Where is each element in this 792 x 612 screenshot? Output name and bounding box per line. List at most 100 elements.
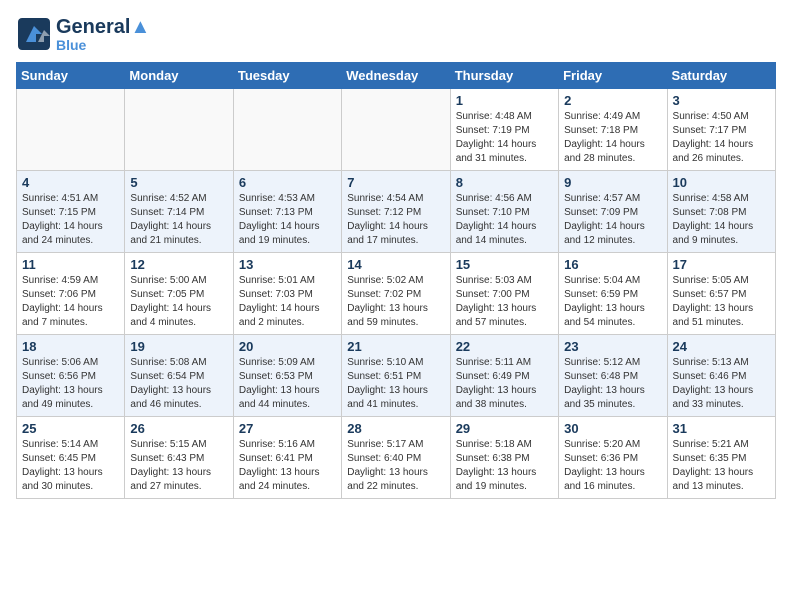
calendar-cell: 4Sunrise: 4:51 AMSunset: 7:15 PMDaylight… bbox=[17, 171, 125, 253]
calendar-week-row: 1 Sunrise: 4:48 AMSunset: 7:19 PMDaylight… bbox=[17, 89, 776, 171]
day-number: 29 bbox=[456, 421, 553, 436]
day-number: 26 bbox=[130, 421, 227, 436]
calendar-cell: 15 Sunrise: 5:03 AMSunset: 7:00 PMDayligh… bbox=[450, 253, 558, 335]
day-header-sunday: Sunday bbox=[17, 63, 125, 89]
day-info: Sunrise: 4:48 AMSunset: 7:19 PMDaylight:… bbox=[456, 110, 553, 166]
calendar-header-row: SundayMondayTuesdayWednesdayThursdayFrid… bbox=[17, 63, 776, 89]
day-number: 6 bbox=[239, 175, 336, 190]
day-info: Sunrise: 5:03 AMSunset: 7:00 PMDaylight:… bbox=[456, 274, 553, 330]
day-info: Sunrise: 4:54 AMSunset: 7:12 PMDaylight:… bbox=[347, 192, 444, 248]
calendar-cell: 12 Sunrise: 5:00 AMSunset: 7:05 PMDayligh… bbox=[125, 253, 233, 335]
day-number: 18 bbox=[22, 339, 119, 354]
day-number: 24 bbox=[673, 339, 770, 354]
day-info: Sunrise: 5:05 AMSunset: 6:57 PMDaylight:… bbox=[673, 274, 770, 330]
day-header-saturday: Saturday bbox=[667, 63, 775, 89]
day-info: Sunrise: 5:14 AMSunset: 6:45 PMDaylight:… bbox=[22, 438, 119, 494]
calendar-cell: 10 Sunrise: 4:58 AMSunset: 7:08 PMDayligh… bbox=[667, 171, 775, 253]
day-number: 28 bbox=[347, 421, 444, 436]
day-number: 1 bbox=[456, 93, 553, 108]
day-number: 30 bbox=[564, 421, 661, 436]
logo: General▲ Blue bbox=[16, 16, 150, 52]
day-number: 22 bbox=[456, 339, 553, 354]
calendar-cell: 8 Sunrise: 4:56 AMSunset: 7:10 PMDaylight… bbox=[450, 171, 558, 253]
day-info: Sunrise: 4:59 AMSunset: 7:06 PMDaylight:… bbox=[22, 274, 119, 330]
day-number: 16 bbox=[564, 257, 661, 272]
day-number: 23 bbox=[564, 339, 661, 354]
day-header-monday: Monday bbox=[125, 63, 233, 89]
day-info: Sunrise: 4:58 AMSunset: 7:08 PMDaylight:… bbox=[673, 192, 770, 248]
calendar-cell: 14 Sunrise: 5:02 AMSunset: 7:02 PMDayligh… bbox=[342, 253, 450, 335]
day-info: Sunrise: 5:08 AMSunset: 6:54 PMDaylight:… bbox=[130, 356, 227, 412]
calendar-cell: 22 Sunrise: 5:11 AMSunset: 6:49 PMDayligh… bbox=[450, 335, 558, 417]
calendar-cell: 9Sunrise: 4:57 AMSunset: 7:09 PMDaylight… bbox=[559, 171, 667, 253]
day-number: 14 bbox=[347, 257, 444, 272]
calendar-cell: 19 Sunrise: 5:08 AMSunset: 6:54 PMDayligh… bbox=[125, 335, 233, 417]
day-info: Sunrise: 5:15 AMSunset: 6:43 PMDaylight:… bbox=[130, 438, 227, 494]
day-number: 21 bbox=[347, 339, 444, 354]
day-number: 25 bbox=[22, 421, 119, 436]
calendar-cell bbox=[17, 89, 125, 171]
page-header: General▲ Blue bbox=[16, 16, 776, 52]
day-info: Sunrise: 5:20 AMSunset: 6:36 PMDaylight:… bbox=[564, 438, 661, 494]
day-header-friday: Friday bbox=[559, 63, 667, 89]
day-info: Sunrise: 5:06 AMSunset: 6:56 PMDaylight:… bbox=[22, 356, 119, 412]
day-number: 7 bbox=[347, 175, 444, 190]
calendar-cell: 24 Sunrise: 5:13 AMSunset: 6:46 PMDayligh… bbox=[667, 335, 775, 417]
day-info: Sunrise: 4:53 AMSunset: 7:13 PMDaylight:… bbox=[239, 192, 336, 248]
day-info: Sunrise: 5:09 AMSunset: 6:53 PMDaylight:… bbox=[239, 356, 336, 412]
day-info: Sunrise: 5:02 AMSunset: 7:02 PMDaylight:… bbox=[347, 274, 444, 330]
day-number: 10 bbox=[673, 175, 770, 190]
calendar-cell: 16 Sunrise: 5:04 AMSunset: 6:59 PMDayligh… bbox=[559, 253, 667, 335]
day-number: 11 bbox=[22, 257, 119, 272]
calendar-cell bbox=[233, 89, 341, 171]
day-number: 20 bbox=[239, 339, 336, 354]
day-header-thursday: Thursday bbox=[450, 63, 558, 89]
calendar-cell: 26 Sunrise: 5:15 AMSunset: 6:43 PMDayligh… bbox=[125, 417, 233, 499]
calendar-cell: 6 Sunrise: 4:53 AMSunset: 7:13 PMDaylight… bbox=[233, 171, 341, 253]
day-number: 27 bbox=[239, 421, 336, 436]
calendar-cell: 17Sunrise: 5:05 AMSunset: 6:57 PMDayligh… bbox=[667, 253, 775, 335]
day-info: Sunrise: 5:10 AMSunset: 6:51 PMDaylight:… bbox=[347, 356, 444, 412]
day-number: 9 bbox=[564, 175, 661, 190]
calendar-cell: 28 Sunrise: 5:17 AMSunset: 6:40 PMDayligh… bbox=[342, 417, 450, 499]
calendar-table: SundayMondayTuesdayWednesdayThursdayFrid… bbox=[16, 62, 776, 499]
day-number: 12 bbox=[130, 257, 227, 272]
day-info: Sunrise: 5:01 AMSunset: 7:03 PMDaylight:… bbox=[239, 274, 336, 330]
day-number: 5 bbox=[130, 175, 227, 190]
day-info: Sunrise: 5:00 AMSunset: 7:05 PMDaylight:… bbox=[130, 274, 227, 330]
calendar-cell: 23Sunrise: 5:12 AMSunset: 6:48 PMDayligh… bbox=[559, 335, 667, 417]
logo-icon bbox=[16, 16, 52, 52]
day-info: Sunrise: 5:21 AMSunset: 6:35 PMDaylight:… bbox=[673, 438, 770, 494]
day-number: 4 bbox=[22, 175, 119, 190]
calendar-cell: 3Sunrise: 4:50 AMSunset: 7:17 PMDaylight… bbox=[667, 89, 775, 171]
day-info: Sunrise: 5:17 AMSunset: 6:40 PMDaylight:… bbox=[347, 438, 444, 494]
calendar-cell: 7 Sunrise: 4:54 AMSunset: 7:12 PMDaylight… bbox=[342, 171, 450, 253]
calendar-cell: 5Sunrise: 4:52 AMSunset: 7:14 PMDaylight… bbox=[125, 171, 233, 253]
day-info: Sunrise: 5:16 AMSunset: 6:41 PMDaylight:… bbox=[239, 438, 336, 494]
day-info: Sunrise: 5:11 AMSunset: 6:49 PMDaylight:… bbox=[456, 356, 553, 412]
calendar-cell: 31 Sunrise: 5:21 AMSunset: 6:35 PMDayligh… bbox=[667, 417, 775, 499]
calendar-week-row: 11 Sunrise: 4:59 AMSunset: 7:06 PMDayligh… bbox=[17, 253, 776, 335]
calendar-cell bbox=[342, 89, 450, 171]
calendar-cell: 25 Sunrise: 5:14 AMSunset: 6:45 PMDayligh… bbox=[17, 417, 125, 499]
day-header-tuesday: Tuesday bbox=[233, 63, 341, 89]
day-number: 31 bbox=[673, 421, 770, 436]
day-number: 13 bbox=[239, 257, 336, 272]
day-info: Sunrise: 5:18 AMSunset: 6:38 PMDaylight:… bbox=[456, 438, 553, 494]
calendar-week-row: 18 Sunrise: 5:06 AMSunset: 6:56 PMDayligh… bbox=[17, 335, 776, 417]
day-number: 15 bbox=[456, 257, 553, 272]
day-info: Sunrise: 4:49 AMSunset: 7:18 PMDaylight:… bbox=[564, 110, 661, 166]
calendar-cell: 27 Sunrise: 5:16 AMSunset: 6:41 PMDayligh… bbox=[233, 417, 341, 499]
day-number: 2 bbox=[564, 93, 661, 108]
day-number: 3 bbox=[673, 93, 770, 108]
day-number: 8 bbox=[456, 175, 553, 190]
day-info: Sunrise: 5:13 AMSunset: 6:46 PMDaylight:… bbox=[673, 356, 770, 412]
day-number: 19 bbox=[130, 339, 227, 354]
calendar-week-row: 25 Sunrise: 5:14 AMSunset: 6:45 PMDayligh… bbox=[17, 417, 776, 499]
calendar-cell: 1 Sunrise: 4:48 AMSunset: 7:19 PMDaylight… bbox=[450, 89, 558, 171]
day-info: Sunrise: 5:04 AMSunset: 6:59 PMDaylight:… bbox=[564, 274, 661, 330]
calendar-cell: 18 Sunrise: 5:06 AMSunset: 6:56 PMDayligh… bbox=[17, 335, 125, 417]
calendar-week-row: 4Sunrise: 4:51 AMSunset: 7:15 PMDaylight… bbox=[17, 171, 776, 253]
day-info: Sunrise: 4:56 AMSunset: 7:10 PMDaylight:… bbox=[456, 192, 553, 248]
calendar-cell: 11 Sunrise: 4:59 AMSunset: 7:06 PMDayligh… bbox=[17, 253, 125, 335]
